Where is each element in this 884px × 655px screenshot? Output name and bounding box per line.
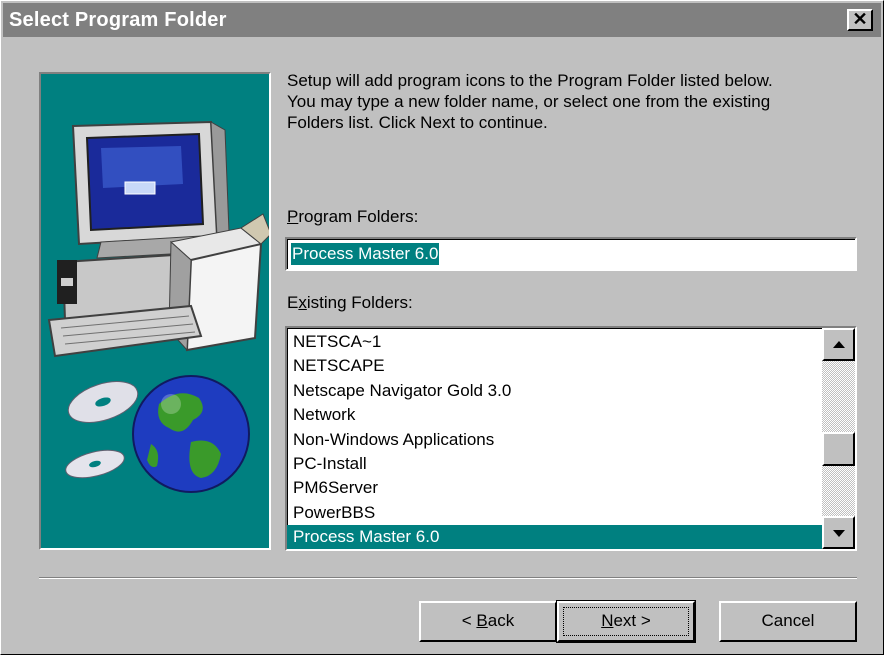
list-item[interactable]: PowerBBS	[287, 501, 822, 525]
button-divider	[39, 577, 857, 579]
instruction-text: Setup will add program icons to the Prog…	[287, 71, 773, 132]
program-folder-input[interactable]: Process Master 6.0	[285, 237, 857, 271]
next-mnemonic: N	[601, 611, 614, 630]
scrollbar-thumb[interactable]	[822, 432, 855, 466]
arrow-down-icon	[833, 530, 845, 537]
list-item[interactable]: NETSCA~1	[287, 330, 822, 354]
existing-folders-label-text: isting Folders:	[306, 293, 413, 312]
list-item[interactable]: Netscape Navigator Gold 3.0	[287, 379, 822, 403]
back-label: ack	[487, 611, 515, 630]
folder-list-items: NETSCA~1 NETSCAPE Netscape Navigator Gol…	[287, 330, 822, 549]
list-item[interactable]: PM6Server	[287, 476, 822, 500]
list-item[interactable]: Non-Windows Applications	[287, 428, 822, 452]
back-mnemonic: B	[476, 611, 488, 630]
vertical-scrollbar[interactable]	[822, 328, 855, 549]
program-folders-label: Program Folders:	[287, 207, 418, 227]
close-button[interactable]: ✕	[847, 9, 873, 31]
setup-illustration	[39, 72, 271, 550]
close-icon: ✕	[852, 9, 868, 29]
title-bar[interactable]: Select Program Folder ✕	[3, 3, 881, 37]
scroll-up-button[interactable]	[822, 328, 855, 361]
list-item[interactable]: PC-Install	[287, 452, 822, 476]
computer-globe-illustration	[47, 120, 269, 493]
arrow-up-icon	[833, 341, 845, 348]
back-button[interactable]: < Back	[419, 601, 557, 642]
next-label: ext >	[613, 611, 651, 630]
window-title: Select Program Folder	[9, 9, 227, 31]
program-folders-mnemonic: P	[287, 207, 299, 226]
existing-folders-label: Existing Folders:	[287, 293, 413, 313]
list-item-selected[interactable]: Process Master 6.0	[287, 525, 822, 549]
list-item[interactable]: Network	[287, 403, 822, 427]
existing-folders-list[interactable]: NETSCA~1 NETSCAPE Netscape Navigator Gol…	[285, 326, 857, 551]
cancel-label: Cancel	[761, 611, 815, 630]
scroll-down-button[interactable]	[822, 516, 855, 549]
existing-folders-label-first: E	[287, 293, 299, 312]
list-item[interactable]: NETSCAPE	[287, 354, 822, 378]
back-prefix: <	[461, 611, 477, 630]
existing-folders-mnemonic: x	[298, 293, 307, 312]
program-folder-value: Process Master 6.0	[291, 243, 440, 265]
setup-dialog: Select Program Folder ✕ Setup will add p…	[0, 0, 884, 655]
program-folders-label-text: rogram Folders:	[298, 207, 419, 226]
cancel-button[interactable]: Cancel	[719, 601, 857, 642]
next-button[interactable]: Next >	[556, 600, 696, 643]
